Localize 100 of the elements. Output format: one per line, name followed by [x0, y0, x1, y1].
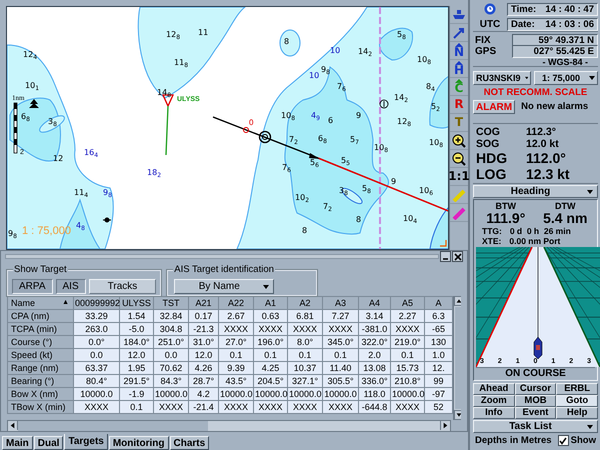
function-button[interactable]: Info — [473, 407, 515, 419]
tab[interactable]: Charts — [170, 436, 210, 450]
up-arrow-icon — [455, 43, 463, 47]
toolbar-button[interactable]: N — [450, 42, 468, 60]
column-header[interactable]: A2 — [288, 296, 322, 310]
row-header: Bow X (nm) — [8, 388, 74, 400]
tab[interactable]: Monitoring — [108, 436, 168, 450]
scale-bar — [14, 102, 18, 154]
depth-sounding: 10$_{8}$ — [281, 111, 296, 123]
table-cell: 10000.0 — [254, 388, 288, 400]
chart-dropdown[interactable]: RU3NSKI9 — [473, 71, 531, 85]
scale-dropdown[interactable]: 1: 75,000 — [534, 71, 598, 85]
table-cell: 291.5° — [120, 374, 154, 388]
group-title: Show Target — [13, 265, 68, 275]
task-list-dropdown[interactable]: Task List — [473, 420, 598, 433]
function-button[interactable]: Goto — [556, 395, 598, 407]
table-cell: XXXX — [254, 322, 288, 336]
table-cell: 15.73 — [390, 362, 424, 374]
depth-sounding: 4$_{8}$ — [76, 221, 85, 233]
depth-sounding: 9$_{8}$ — [8, 229, 17, 241]
table-cell: 1.95 — [120, 362, 154, 374]
minimize-button[interactable] — [440, 251, 451, 262]
ttg-label: TTG: — [482, 226, 502, 236]
column-header[interactable]: A22 — [218, 296, 254, 310]
table-cell: 0.1 — [120, 400, 154, 414]
toolbar-button[interactable]: 1:1 — [450, 168, 468, 186]
caret-icon — [589, 76, 595, 80]
column-header[interactable]: A3 — [322, 296, 358, 310]
xte-value: 0.00 nm Port — [509, 236, 560, 246]
row-header: Bearing (°) — [8, 374, 74, 388]
depth-sounding: 6$_{8}$ — [318, 134, 327, 146]
column-header[interactable]: A4 — [358, 296, 390, 310]
table-cell: XXXX — [322, 400, 358, 414]
tab[interactable]: Main — [2, 436, 33, 450]
table-cell: 7.27 — [322, 310, 358, 322]
caret-icon — [263, 284, 270, 288]
close-button[interactable] — [452, 251, 463, 262]
tab[interactable]: Dual — [34, 436, 64, 450]
table-cell: 1.54 — [120, 310, 154, 322]
column-header[interactable]: TST — [154, 296, 188, 310]
depth-sounding: 8 — [284, 37, 290, 46]
function-button[interactable]: Zoom — [473, 395, 515, 407]
caret-icon — [587, 190, 593, 194]
function-button[interactable]: Help — [556, 407, 598, 419]
table-cell: XXXX — [154, 400, 188, 414]
depth-sounding: 12$_{8}$ — [166, 30, 180, 42]
row-header: Course (°) — [8, 336, 74, 348]
vertical-scrollbar[interactable] — [453, 296, 461, 420]
depth-sounding: 12 — [53, 154, 64, 163]
mode-dropdown[interactable]: Heading — [473, 185, 598, 198]
function-button[interactable]: ERBL — [556, 383, 598, 395]
table-cell: 2.67 — [218, 310, 254, 322]
table-cell: 0.0 — [154, 348, 188, 362]
ttg-value: 0 d 0 h 26 min — [510, 226, 571, 236]
waypoint-label: 0 — [249, 118, 254, 127]
function-button[interactable]: Cursor — [514, 383, 556, 395]
table-cell: 6.81 — [288, 310, 322, 322]
toolbar-button[interactable] — [450, 150, 468, 168]
table-cell: 10000.0 — [74, 388, 120, 400]
column-header[interactable]: A5 — [390, 296, 424, 310]
function-button[interactable]: Ahead — [473, 383, 515, 395]
toggle-button[interactable]: ARPA — [12, 279, 52, 294]
table-cell: XXXX — [390, 400, 424, 414]
nav-value: 12.3 kt — [526, 166, 571, 182]
table-cell: 304.8 — [154, 322, 188, 336]
gps-label: GPS — [474, 46, 496, 57]
caret-icon — [587, 424, 593, 428]
depth-sounding: 14$_{2}$ — [394, 93, 408, 105]
depth-sounding: 9 — [356, 111, 362, 120]
horizontal-scrollbar[interactable] — [7, 420, 451, 432]
nav-label: SOG — [476, 138, 500, 150]
toggle-button[interactable]: Tracks — [88, 279, 156, 294]
table-cell: 2.27 — [390, 310, 424, 322]
toolbar-button[interactable] — [450, 132, 468, 150]
function-button[interactable]: MOB — [514, 395, 556, 407]
tab[interactable]: Targets — [64, 434, 108, 450]
toggle-button[interactable]: AIS — [56, 279, 86, 294]
table-cell: 27.0° — [218, 336, 254, 348]
checkbox[interactable] — [558, 435, 569, 446]
function-button[interactable]: Event — [514, 407, 556, 419]
table-cell: 10000.0 — [154, 388, 188, 400]
toolbar-button[interactable]: H — [450, 60, 468, 78]
depth-sounding: 8 — [356, 215, 362, 224]
depth-sounding: 10$_{4}$ — [403, 214, 418, 226]
depth-sounding: 9 — [391, 177, 396, 186]
table-cell: 10000.0 — [322, 388, 358, 400]
table-cell: 10000.0 — [288, 388, 322, 400]
table-cell: 0.1 — [322, 348, 358, 362]
column-header[interactable]: A1 — [254, 296, 288, 310]
table-cell: 80.4° — [74, 374, 120, 388]
dropdown[interactable]: By Name — [174, 279, 274, 294]
table-cell: XXXX — [322, 322, 358, 336]
column-header[interactable]: 000999992 — [74, 296, 120, 310]
depth-sounding: 8 — [302, 226, 308, 235]
depth-sounding: 3$_{8}$ — [48, 117, 57, 129]
table-cell: 0.0° — [74, 336, 120, 348]
depth-sounding: 8$_{4}$ — [426, 82, 435, 94]
table-cell: 184.0° — [120, 336, 154, 348]
column-header[interactable]: ULYSS — [120, 296, 154, 310]
column-header[interactable]: A — [424, 296, 452, 310]
